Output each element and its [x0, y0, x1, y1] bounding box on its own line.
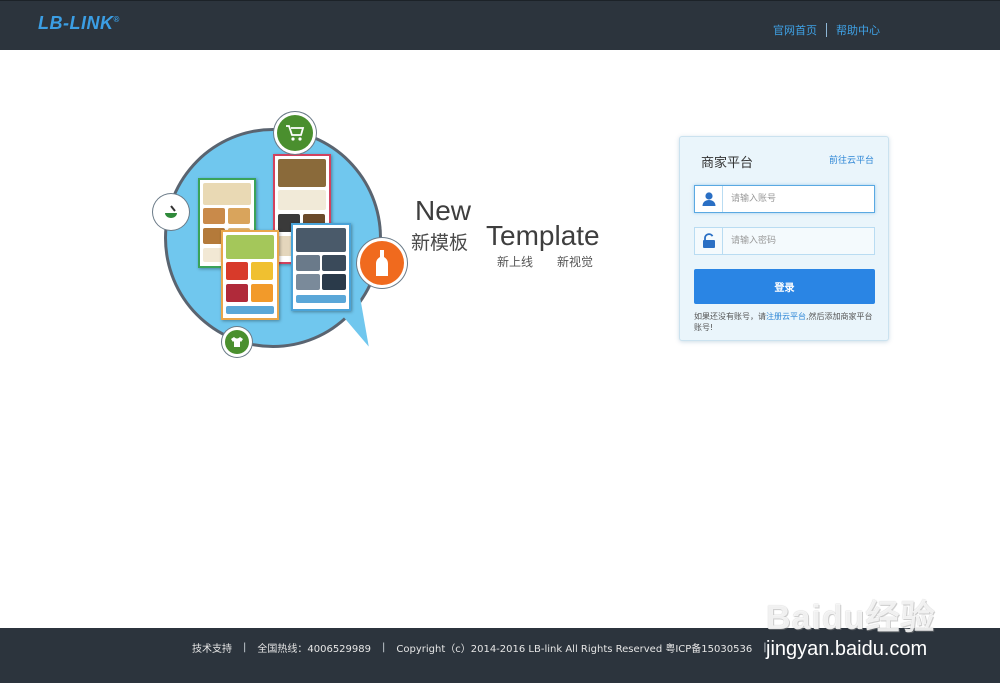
username-field[interactable] [694, 185, 875, 213]
tea-icon [156, 197, 186, 227]
slogan-new-en: New [415, 195, 472, 226]
baidu-jingyan-watermark: Baidu经验 jingyan.baidu.com [766, 570, 986, 670]
footer-support: 技术支持 [192, 644, 232, 655]
nav-official-home-link[interactable]: 官网首页 [773, 22, 817, 38]
template-illustration [150, 110, 430, 360]
logo-text: LB-LINK [38, 13, 114, 33]
footer-info: 技术支持 | 全国热线：4006529989 | Copyright（c）201… [192, 640, 778, 655]
slogan-new-cn: 新模板 [411, 232, 469, 254]
password-input[interactable] [723, 228, 874, 254]
slogan-template-en: Template [486, 220, 600, 251]
nav-divider [826, 23, 827, 37]
lb-link-logo[interactable]: LB-LINK® [38, 13, 120, 34]
merchant-login-panel: 商家平台 前往云平台 登录 如果还没有账号，请注册云平台,然后添加商家平台账号! [679, 136, 889, 341]
password-field[interactable] [694, 227, 875, 255]
tshirt-icon [225, 330, 249, 354]
slogan-online-cn: 新上线 [497, 255, 534, 269]
lock-icon [695, 228, 723, 254]
nav-help-center-link[interactable]: 帮助中心 [836, 22, 880, 38]
goto-cloud-platform-link[interactable]: 前往云平台 [829, 153, 874, 166]
new-template-slogan: New 新模板 Template 新上线 新视觉 [410, 195, 620, 275]
footer-separator: | [243, 642, 247, 653]
watermark-brand: Baidu经验 [766, 599, 936, 637]
watermark-url: jingyan.baidu.com [766, 638, 928, 660]
register-tip: 如果还没有账号，请注册云平台,然后添加商家平台账号! [694, 311, 878, 333]
login-title: 商家平台 [701, 156, 754, 171]
register-cloud-link[interactable]: 注册云平台 [766, 312, 806, 321]
slogan-visual-cn: 新视觉 [557, 255, 594, 269]
username-input[interactable] [723, 186, 874, 212]
tip-text-before: 如果还没有账号，请 [694, 312, 766, 321]
shopping-cart-icon [277, 115, 313, 151]
login-button[interactable]: 登录 [694, 269, 875, 304]
template-card-lounge [291, 223, 351, 311]
header-nav: 官网首页 帮助中心 [773, 22, 880, 38]
footer-hotline: 全国热线：4006529989 [257, 644, 371, 655]
logo-registered-mark: ® [113, 15, 120, 24]
template-card-fruit [221, 230, 279, 320]
top-header: LB-LINK® 官网首页 帮助中心 [0, 0, 1000, 50]
bottle-icon [360, 241, 404, 285]
user-icon [695, 186, 723, 212]
footer-copyright: Copyright（c）2014-2016 LB-link All Rights… [396, 644, 753, 655]
footer-separator: | [382, 642, 386, 653]
